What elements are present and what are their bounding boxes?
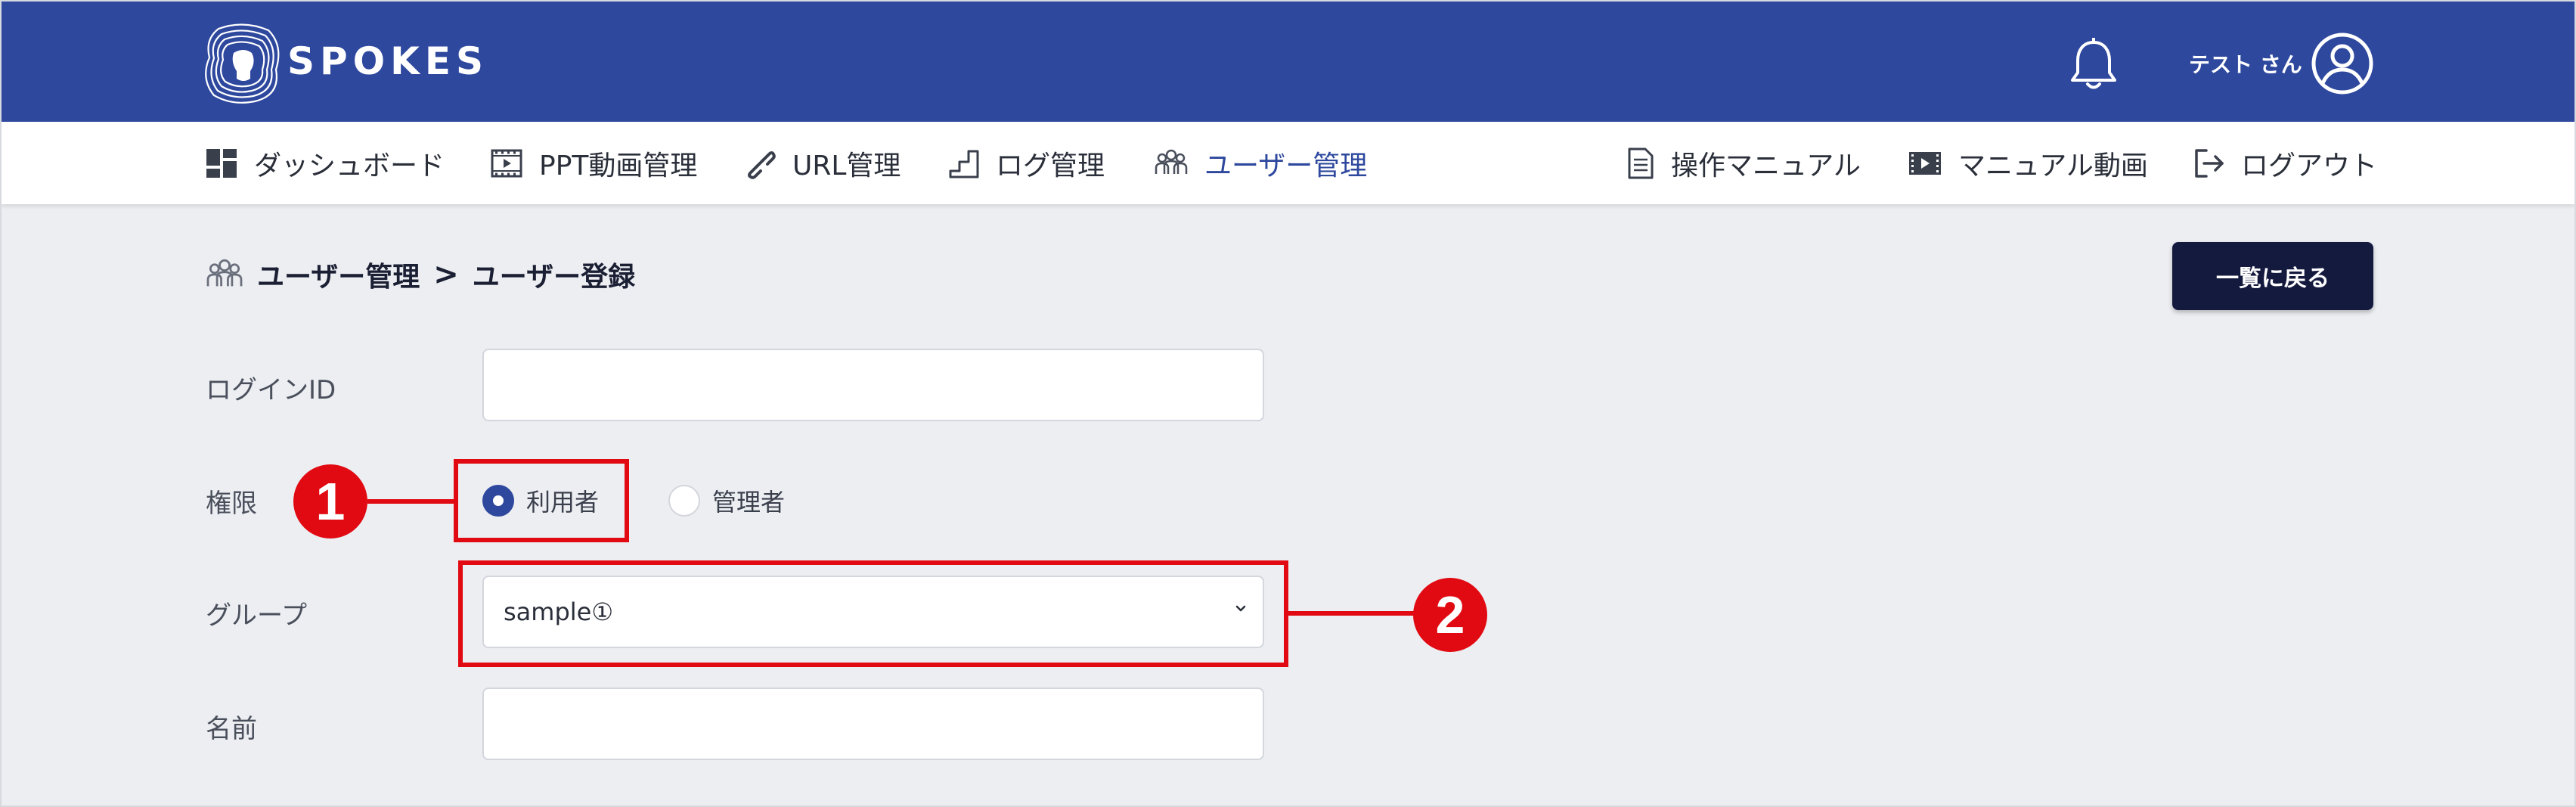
nav-item-manual-video[interactable]: マニュアル動画	[1908, 122, 2148, 204]
nav-label: マニュアル動画	[1958, 150, 2148, 182]
user-name: テスト さん	[2189, 52, 2302, 77]
nav-label: ユーザー管理	[1204, 150, 1368, 182]
film-icon	[491, 149, 522, 177]
logout-icon	[2195, 148, 2224, 178]
main-nav: ダッシュボード PPT動画管理 URL管理 ログ管理 ユーザー管理 操作マニュア…	[2, 122, 2574, 204]
nav-item-users[interactable]: ユーザー管理	[1155, 122, 1367, 204]
app-window: SPOKES テスト さん ダッシュボード PPT動画管理 URL管理 ログ管理…	[0, 0, 2576, 807]
video-icon	[1909, 151, 1941, 175]
role-option-label: 管理者	[712, 488, 786, 517]
nav-label: ダッシュボード	[254, 150, 445, 182]
bell-icon[interactable]	[2069, 38, 2119, 92]
callout-line-1	[367, 499, 455, 504]
nav-item-log[interactable]: ログ管理	[949, 122, 1105, 204]
breadcrumb-parent[interactable]: ユーザー管理	[257, 255, 420, 294]
spokes-logo-icon	[205, 23, 280, 104]
users-icon	[206, 259, 243, 287]
name-input[interactable]	[482, 688, 1264, 760]
users-icon	[1155, 149, 1188, 174]
stairs-chart-icon	[949, 150, 979, 178]
nav-item-url[interactable]: URL管理	[744, 122, 901, 204]
login-id-label: ログインID	[206, 375, 336, 405]
nav-label: URL管理	[792, 150, 901, 182]
role-option-admin[interactable]: 管理者	[668, 483, 785, 518]
group-label: グループ	[206, 601, 307, 631]
nav-label: ログアウト	[2241, 150, 2378, 182]
link-icon	[748, 151, 776, 179]
breadcrumb: ユーザー管理 > ユーザー登録	[206, 255, 635, 294]
callout-line-2	[1287, 611, 1417, 616]
nav-item-dashboard[interactable]: ダッシュボード	[206, 122, 445, 204]
breadcrumb-separator: >	[433, 257, 459, 292]
nav-label: ログ管理	[996, 150, 1105, 182]
nav-label: PPT動画管理	[539, 150, 698, 182]
callout-badge-1: 1	[293, 464, 367, 539]
radio-button[interactable]	[668, 485, 700, 517]
logo-text: SPOKES	[287, 39, 489, 83]
name-label: 名前	[206, 714, 257, 744]
top-header: SPOKES テスト さん	[2, 2, 2574, 122]
breadcrumb-current: ユーザー登録	[472, 262, 636, 293]
back-to-list-button[interactable]: 一覧に戻る	[2172, 242, 2373, 310]
callout-box-group	[458, 560, 1288, 667]
nav-item-logout[interactable]: ログアウト	[2194, 122, 2377, 204]
dashboard-icon	[206, 148, 237, 178]
callout-box-role	[454, 459, 629, 542]
document-icon	[1628, 147, 1654, 178]
nav-item-ppt-video[interactable]: PPT動画管理	[491, 122, 697, 204]
login-id-input[interactable]	[482, 349, 1264, 421]
callout-badge-2: 2	[1413, 578, 1487, 652]
role-label: 権限	[206, 489, 257, 519]
nav-label: 操作マニュアル	[1671, 150, 1861, 182]
nav-item-manual[interactable]: 操作マニュアル	[1627, 122, 1861, 204]
user-avatar-icon[interactable]	[2311, 32, 2374, 95]
